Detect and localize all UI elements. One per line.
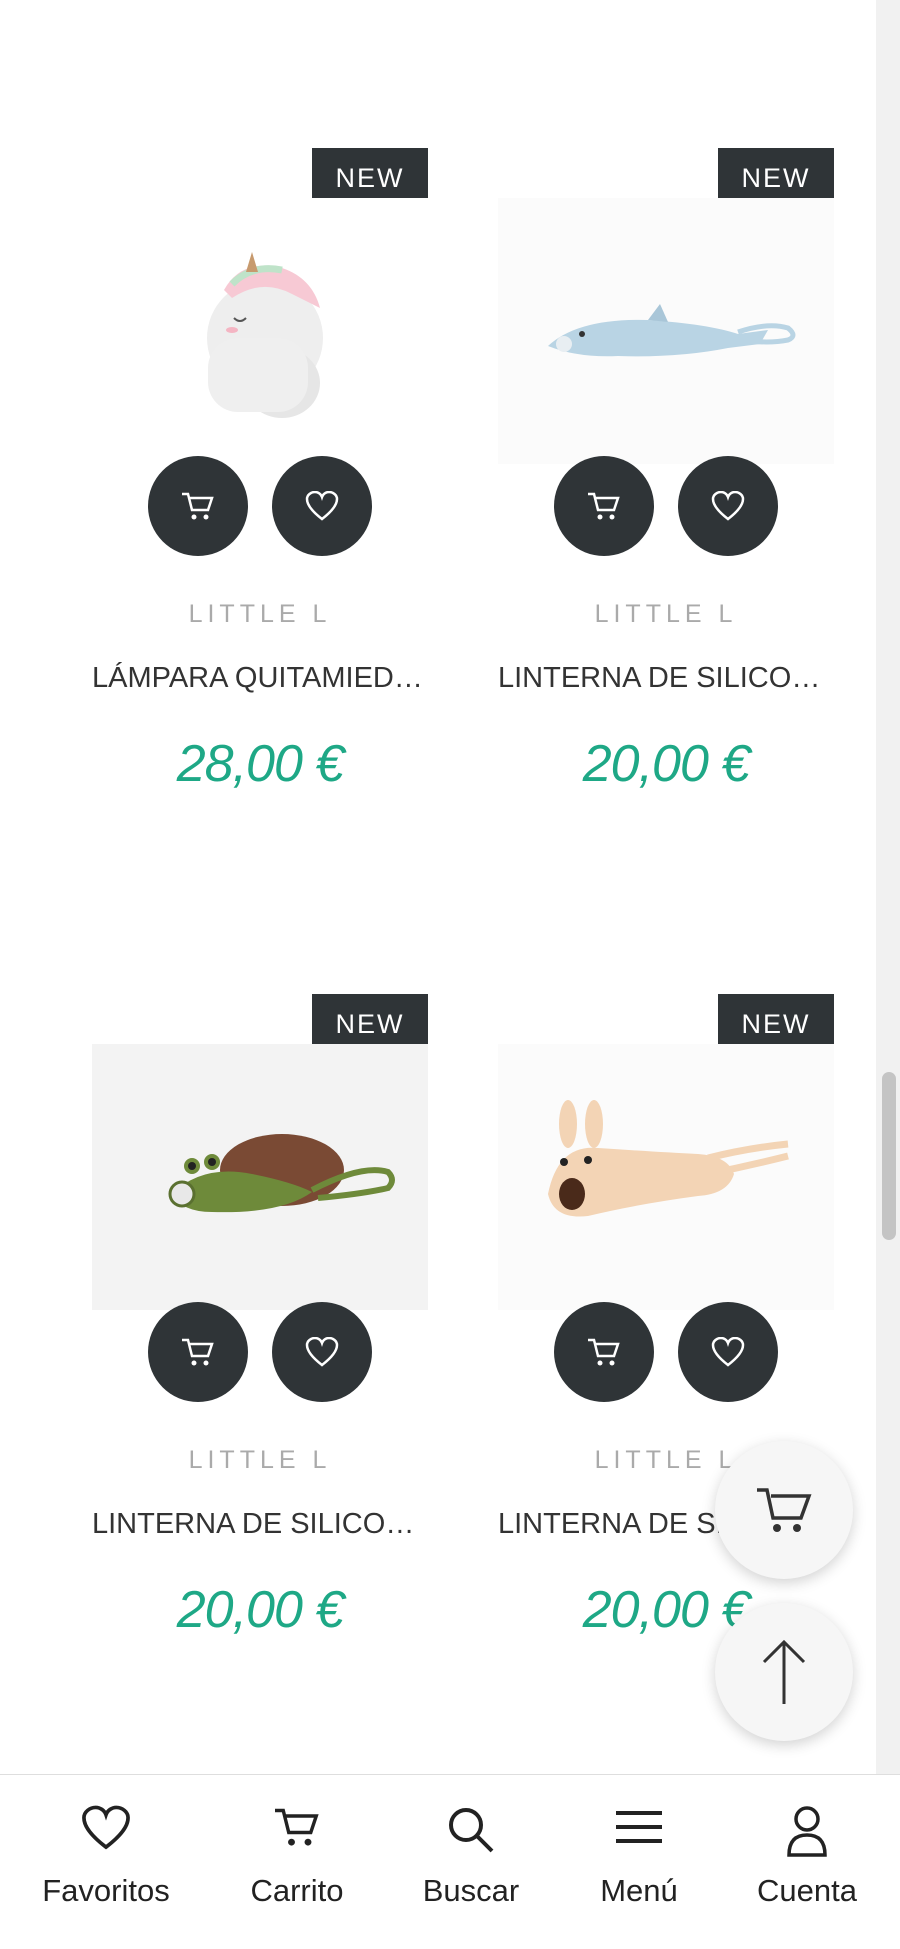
product-card[interactable]: NEW LITTLE L LÁMPARA QUITAMIEDOS 28,00 € xyxy=(92,148,428,888)
user-icon xyxy=(787,1806,827,1857)
product-image[interactable] xyxy=(92,198,428,464)
nav-label: Carrito xyxy=(250,1873,344,1908)
product-title[interactable]: LÁMPARA QUITAMIEDOS UNICORNIO xyxy=(92,662,428,695)
add-to-cart-button[interactable] xyxy=(148,456,248,556)
bottom-navigation: Favoritos Carrito Buscar Menú Cuenta xyxy=(0,1774,900,1949)
add-to-wishlist-button[interactable] xyxy=(272,1302,372,1402)
product-price: 20,00 € xyxy=(176,1581,345,1639)
product-image[interactable] xyxy=(92,1044,428,1310)
nav-label: Cuenta xyxy=(757,1873,857,1908)
product-price: 28,00 € xyxy=(176,735,345,793)
cart-icon xyxy=(588,492,620,520)
heart-icon xyxy=(305,1337,339,1367)
add-to-wishlist-button[interactable] xyxy=(678,456,778,556)
cart-icon xyxy=(182,1338,214,1366)
nav-label: Favoritos xyxy=(42,1873,170,1908)
nav-menu[interactable]: Menú xyxy=(554,1775,724,1949)
nav-favorites[interactable]: Favoritos xyxy=(21,1775,191,1949)
cart-icon xyxy=(182,492,214,520)
product-image[interactable] xyxy=(498,1044,834,1310)
product-brand[interactable]: LITTLE L xyxy=(92,600,428,629)
heart-icon xyxy=(82,1805,130,1850)
arrow-up-icon xyxy=(762,1639,806,1704)
product-title[interactable]: LINTERNA DE SILICONA TORTUGA xyxy=(92,1508,428,1541)
product-title[interactable]: LINTERNA DE SILICONA DELFÍN xyxy=(498,662,834,695)
heart-icon xyxy=(711,491,745,521)
cart-icon xyxy=(275,1808,319,1846)
heart-icon xyxy=(305,491,339,521)
product-card[interactable]: NEW LITTLE L LINTERNA DE SILICONA TORTUG… xyxy=(92,994,428,1734)
scrollbar-thumb[interactable] xyxy=(882,1072,896,1240)
add-to-cart-button[interactable] xyxy=(554,1302,654,1402)
nav-account[interactable]: Cuenta xyxy=(722,1775,892,1949)
search-icon xyxy=(449,1808,494,1853)
heart-icon xyxy=(711,1337,745,1367)
add-to-wishlist-button[interactable] xyxy=(272,456,372,556)
add-to-wishlist-button[interactable] xyxy=(678,1302,778,1402)
add-to-cart-button[interactable] xyxy=(554,456,654,556)
cart-icon xyxy=(757,1488,812,1532)
nav-label: Buscar xyxy=(422,1873,520,1908)
product-card[interactable]: NEW LITTLE L LINTERNA DE SILICONA DELFÍN… xyxy=(498,148,834,888)
nav-search[interactable]: Buscar xyxy=(386,1775,556,1949)
nav-label: Menú xyxy=(600,1873,678,1908)
add-to-cart-button[interactable] xyxy=(148,1302,248,1402)
floating-cart-button[interactable] xyxy=(715,1441,853,1579)
product-brand[interactable]: LITTLE L xyxy=(498,600,834,629)
cart-icon xyxy=(588,1338,620,1366)
nav-cart[interactable]: Carrito xyxy=(212,1775,382,1949)
scrollbar-track[interactable] xyxy=(876,0,900,1948)
scroll-to-top-button[interactable] xyxy=(715,1603,853,1741)
product-price: 20,00 € xyxy=(582,735,751,793)
product-image[interactable] xyxy=(498,198,834,464)
menu-icon xyxy=(616,1811,662,1843)
product-brand[interactable]: LITTLE L xyxy=(92,1446,428,1475)
